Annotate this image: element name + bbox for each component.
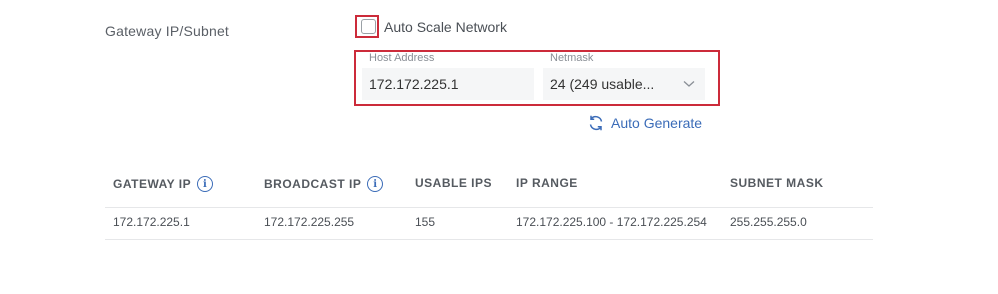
header-broadcast-ip: BROADCAST IP i xyxy=(264,176,384,192)
header-usable-ips: USABLE IPS xyxy=(415,176,493,190)
chevron-down-icon xyxy=(680,75,698,93)
cell-ip-range: 172.172.225.100 - 172.172.225.254 xyxy=(516,215,707,229)
auto-generate-link[interactable]: Auto Generate xyxy=(587,114,702,132)
netmask-caption: Netmask xyxy=(550,52,594,64)
cell-usable-ips: 155 xyxy=(415,215,436,229)
table-divider xyxy=(105,239,873,240)
refresh-icon xyxy=(587,114,605,132)
host-address-input[interactable] xyxy=(362,68,534,100)
cell-gateway-ip: 172.172.225.1 xyxy=(113,215,190,229)
header-broadcast-ip-label: BROADCAST IP xyxy=(264,177,362,191)
cell-subnet-mask: 255.255.255.0 xyxy=(730,215,807,229)
header-gateway-ip-label: GATEWAY IP xyxy=(113,177,192,191)
section-label: Gateway IP/Subnet xyxy=(105,23,230,39)
info-icon[interactable]: i xyxy=(367,176,384,192)
info-icon[interactable]: i xyxy=(197,176,214,192)
header-ip-range: IP RANGE xyxy=(516,176,578,190)
header-gateway-ip: GATEWAY IP i xyxy=(113,176,214,192)
gateway-subnet-panel: Gateway IP/Subnet Auto Scale Network Hos… xyxy=(0,0,998,294)
table-divider xyxy=(105,207,873,208)
auto-generate-label: Auto Generate xyxy=(611,115,703,131)
auto-scale-label[interactable]: Auto Scale Network xyxy=(384,19,507,35)
netmask-select[interactable]: 24 (249 usable... xyxy=(543,68,705,100)
auto-scale-checkbox[interactable] xyxy=(361,19,376,34)
header-subnet-mask: SUBNET MASK xyxy=(730,176,824,190)
host-address-caption: Host Address xyxy=(369,52,435,64)
cell-broadcast-ip: 172.172.225.255 xyxy=(264,215,355,229)
netmask-selected-value: 24 (249 usable... xyxy=(550,76,655,92)
